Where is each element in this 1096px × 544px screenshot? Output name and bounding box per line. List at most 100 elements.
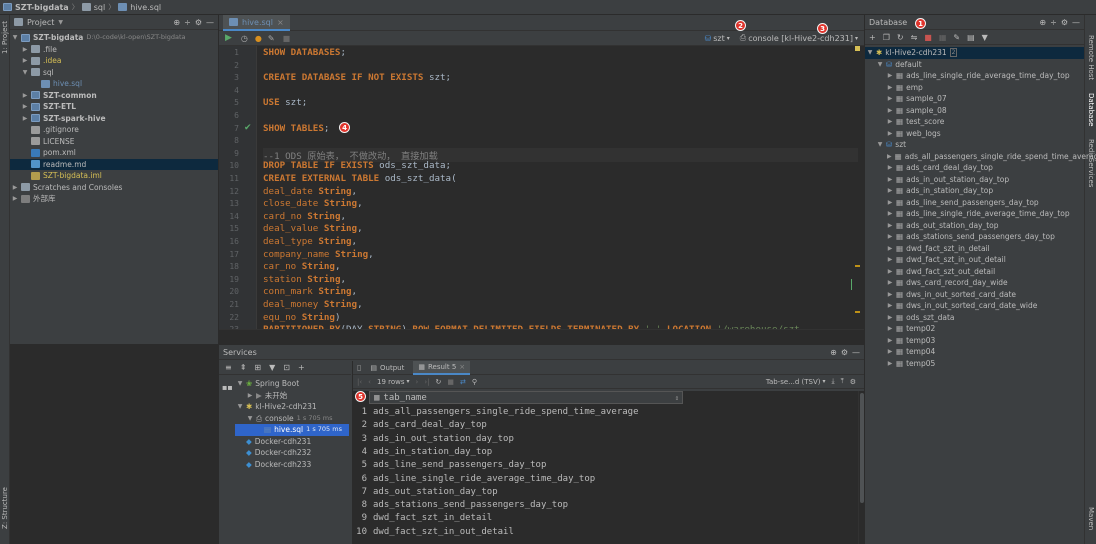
project-tree-item[interactable]: ▶ SZT-ETL (10, 101, 218, 113)
cell-tab-name[interactable]: ads_line_send_passengers_day_top (373, 460, 546, 470)
database-tree-item[interactable]: ▶ ▦ dwd_fact_szt_out_detail (865, 266, 1084, 278)
database-tree-item[interactable]: ▶ ▦ dws_in_out_sorted_card_date_wide (865, 300, 1084, 312)
database-tree-item[interactable]: ▼ ⛁ default (865, 59, 1084, 71)
services-tree-item[interactable]: ◆ Docker-cdh233 (237, 459, 311, 471)
database-tree-item[interactable]: ▶ ▦ ads_in_out_station_day_top (865, 174, 1084, 186)
database-tool-tab[interactable]: Database (1087, 93, 1095, 126)
project-tree-item[interactable]: ▼ SZT-bigdata D:\0-code\kl-open\SZT-bigdat… (10, 32, 218, 44)
cell-tab-name[interactable]: dwd_fact_szt_in_detail (373, 513, 492, 523)
table-row[interactable]: 10 dwd_fact_szt_in_out_detail (353, 527, 858, 540)
chevron-right-icon[interactable]: ▶ (887, 358, 893, 370)
chevron-right-icon[interactable]: ▶ (12, 193, 18, 205)
project-panel-title[interactable]: Project (27, 18, 54, 27)
chevron-right-icon[interactable]: ▶ (887, 231, 893, 243)
remote-host-tool-tab[interactable]: Remote Host (1087, 35, 1095, 80)
database-tree-item[interactable]: ▶ ▦ temp03 (865, 335, 1084, 347)
gear-icon[interactable]: ⚙ (195, 18, 202, 27)
stop-icon[interactable]: ■ (924, 33, 932, 42)
chevron-right-icon[interactable]: ▶ (887, 312, 893, 324)
gear-icon[interactable]: ⚙ (1061, 18, 1068, 27)
chevron-down-icon[interactable]: ▼ (22, 67, 28, 79)
sort-icon[interactable]: ⇕ (675, 394, 682, 402)
database-tree-item[interactable]: ▶ ▦ ods_szt_data (865, 312, 1084, 324)
group-icon[interactable]: ⊞ (254, 363, 261, 372)
chevron-right-icon[interactable]: ▶ (887, 162, 893, 174)
chevron-right-icon[interactable]: ▶ (887, 93, 893, 105)
breadcrumb-project[interactable]: SZT-bigdata (3, 3, 69, 12)
services-tree-item[interactable]: ▼ ❀ Spring Boot (237, 378, 299, 390)
services-tree-item[interactable]: ▤ hive.sql 1 s 705 ms (235, 424, 349, 436)
console-icon[interactable]: ▤ (967, 33, 975, 42)
database-tree-item[interactable]: ▶ ▦ test_score (865, 116, 1084, 128)
last-page-icon[interactable]: ›| (424, 378, 429, 386)
chevron-right-icon[interactable]: ▶ (887, 277, 893, 289)
add-icon[interactable]: + (869, 33, 876, 42)
chevron-right-icon[interactable]: ▶ (12, 182, 18, 194)
chevron-down-icon[interactable]: ▼ (237, 378, 243, 390)
maven-tool-tab[interactable]: Maven (1087, 507, 1095, 530)
database-tree-item[interactable]: ▶ ▦ dwd_fact_szt_in_detail (865, 243, 1084, 255)
table-row[interactable]: 8 ads_stations_send_passengers_day_top (353, 500, 858, 513)
project-tree-item[interactable]: pom.xml (10, 147, 218, 159)
table-row[interactable]: 4 ads_in_station_day_top (353, 447, 858, 460)
chevron-right-icon[interactable]: ▶ (887, 151, 892, 163)
chevron-right-icon[interactable]: ▶ (887, 70, 893, 82)
database-tree-item[interactable]: ▶ ▦ dwd_fact_szt_in_out_detail (865, 254, 1084, 266)
services-tree-item[interactable]: ◆ Docker-cdh231 (237, 436, 311, 448)
table-row[interactable]: 6 ads_line_single_ride_average_time_day_t… (353, 474, 858, 487)
schema-selector[interactable]: ⛁ szt ▾ (705, 34, 730, 43)
inspection-marker[interactable] (855, 46, 860, 51)
run-icon[interactable]: ▶ (225, 33, 232, 43)
project-tree-item[interactable]: ▶ Scratches and Consoles (10, 182, 218, 194)
locate-icon[interactable]: ⊕ (173, 18, 180, 27)
chevron-right-icon[interactable]: ▶ (887, 116, 893, 128)
cell-tab-name[interactable]: dwd_fact_szt_in_out_detail (373, 527, 514, 537)
cell-tab-name[interactable]: ads_in_out_station_day_top (373, 434, 514, 444)
project-tool-tab[interactable]: 1: Project (1, 21, 9, 54)
project-tree-item[interactable]: ▼ sql (10, 67, 218, 79)
chevron-down-icon[interactable]: ▼ (877, 59, 883, 71)
chevron-right-icon[interactable]: ▶ (887, 254, 893, 266)
cell-tab-name[interactable]: ads_line_single_ride_average_time_day_to… (373, 474, 595, 484)
stop-icon[interactable]: ■ (447, 378, 454, 386)
database-tree-item[interactable]: ▶ ▦ ads_all_passengers_single_ride_spend_t… (865, 151, 1096, 163)
database-tree-item[interactable]: ▶ ▦ temp05 (865, 358, 1084, 370)
chevron-right-icon[interactable]: ▶ (887, 335, 893, 347)
cell-tab-name[interactable]: ads_all_passengers_single_ride_spend_tim… (373, 407, 639, 417)
chevron-right-icon[interactable]: ▶ (22, 55, 28, 67)
chevron-right-icon[interactable]: ▶ (887, 185, 893, 197)
minimize-icon[interactable]: — (206, 18, 214, 27)
close-icon[interactable]: × (459, 363, 465, 371)
minimize-icon[interactable]: — (1072, 18, 1080, 27)
database-tree-item[interactable]: ▶ ▦ dws_card_record_day_wide (865, 277, 1084, 289)
project-tree-item[interactable]: ▶ 外部库 (10, 193, 218, 205)
chevron-down-icon[interactable]: ▼ (237, 401, 243, 413)
project-tree-item[interactable]: ▶ .idea (10, 55, 218, 67)
project-tree-item[interactable]: ▶ .file (10, 44, 218, 56)
chevron-right-icon[interactable]: ▶ (887, 220, 893, 232)
cell-tab-name[interactable]: ads_card_deal_day_top (373, 420, 487, 430)
services-tree-item[interactable]: ▼ ✱ kl-Hive2-cdh231 (237, 401, 317, 413)
cell-tab-name[interactable]: ads_stations_send_passengers_day_top (373, 500, 568, 510)
refresh-icon[interactable]: ↻ (897, 33, 904, 42)
schema-sync-icon[interactable]: ⇋ (911, 33, 918, 42)
minimize-icon[interactable]: — (852, 348, 860, 357)
chevron-right-icon[interactable]: ▶ (887, 323, 893, 335)
database-tree-item[interactable]: ▶ ▦ ads_line_send_passengers_day_top (865, 197, 1084, 209)
locate-icon[interactable]: ⊕ (1039, 18, 1046, 27)
database-tree-item[interactable]: ▼ ✱ kl-Hive2-cdh231 2 (865, 47, 1084, 59)
database-tree-item[interactable]: ▶ ▦ ads_in_station_day_top (865, 185, 1084, 197)
collapse-icon[interactable]: ÷ (1050, 18, 1057, 27)
chevron-right-icon[interactable]: ▶ (887, 208, 893, 220)
close-icon[interactable]: × (277, 18, 284, 27)
project-tree-item[interactable]: hive.sql (10, 78, 218, 90)
code-editor[interactable]: 1234567891011121314151617181920212223 SH… (219, 46, 864, 329)
redis-tool-tab[interactable]: RedisServices (1087, 139, 1095, 187)
database-tree-item[interactable]: ▶ ▦ dws_in_out_sorted_card_date (865, 289, 1084, 301)
compare-icon[interactable]: ⇄ (460, 378, 466, 386)
project-tree-item[interactable]: LICENSE (10, 136, 218, 148)
chevron-right-icon[interactable]: ▶ (22, 44, 28, 56)
database-tree-item[interactable]: ▶ ▦ web_logs (865, 128, 1084, 140)
collapse-icon[interactable]: ÷ (184, 18, 191, 27)
cell-tab-name[interactable]: ads_out_station_day_top (373, 487, 498, 497)
